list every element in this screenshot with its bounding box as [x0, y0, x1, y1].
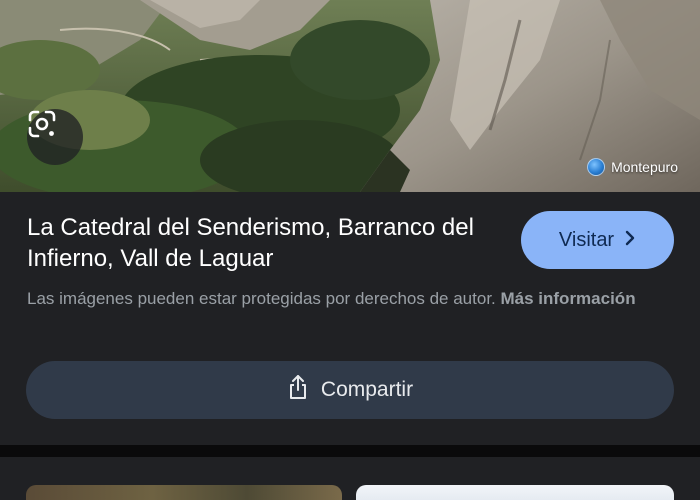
copyright-notice: Las imágenes pueden estar protegidas por… — [27, 286, 667, 311]
source-name: Montepuro — [611, 159, 678, 175]
copyright-text: Las imágenes pueden estar protegidas por… — [27, 289, 496, 308]
visit-label: Visitar — [558, 228, 615, 251]
image-source[interactable]: Montepuro — [587, 158, 678, 176]
share-icon — [287, 374, 309, 406]
related-images — [0, 457, 700, 500]
visit-button[interactable]: Visitar — [521, 211, 674, 269]
more-info-link[interactable]: Más información — [501, 289, 636, 308]
chevron-right-icon — [624, 229, 636, 252]
section-divider — [0, 445, 700, 457]
related-image-thumbnail[interactable] — [26, 485, 342, 500]
share-label: Compartir — [320, 378, 414, 401]
page-title[interactable]: La Catedral del Senderismo, Barranco del… — [27, 212, 507, 274]
related-image-thumbnail[interactable] — [356, 485, 674, 500]
result-card: La Catedral del Senderismo, Barranco del… — [0, 192, 700, 445]
google-lens-button[interactable] — [27, 109, 83, 165]
globe-favicon-icon — [587, 158, 606, 176]
share-button[interactable]: Compartir — [26, 361, 674, 419]
hero-image[interactable]: Montepuro — [0, 0, 700, 192]
